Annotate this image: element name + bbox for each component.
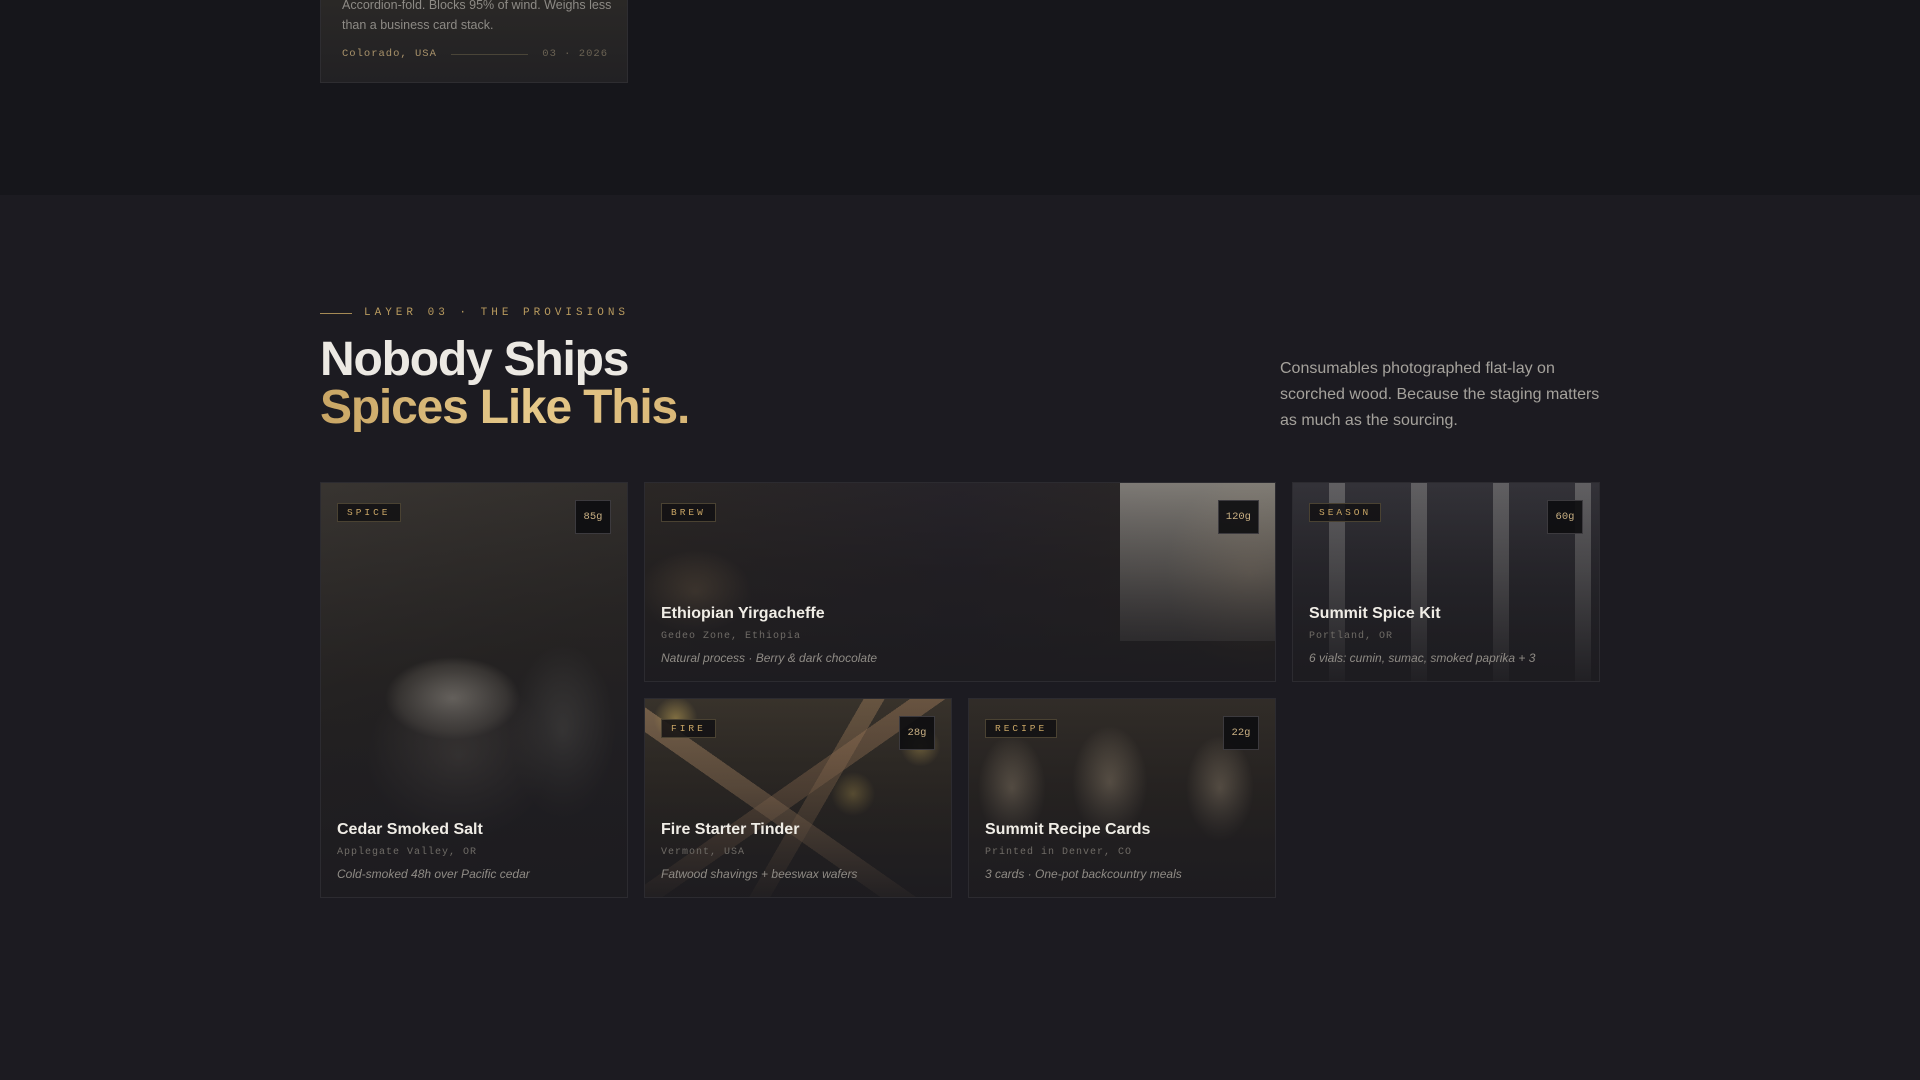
product-info: Summit Recipe Cards Printed in Denver, C…	[985, 821, 1259, 881]
product-origin: Portland, OR	[1309, 631, 1394, 642]
product-detail: 3 cards · One-pot backcountry meals	[985, 867, 1182, 881]
product-name: Ethiopian Yirgacheffe	[661, 605, 825, 622]
product-info: Summit Spice Kit Portland, OR 6 vials: c…	[1309, 605, 1583, 665]
product-weight-badge: 85g	[575, 500, 611, 534]
product-detail: Cold-smoked 48h over Pacific cedar	[337, 867, 530, 881]
headline-line-2: Spices Like This.	[320, 381, 690, 434]
product-tag: SPICE	[337, 503, 401, 522]
product-origin: Gedeo Zone, Ethiopia	[661, 631, 802, 642]
previous-product-card[interactable]: Accordion-fold. Blocks 95% of wind. Weig…	[320, 0, 628, 83]
product-card-ethiopian-yirgacheffe[interactable]: BREW 120g Ethiopian Yirgacheffe Gedeo Zo…	[644, 482, 1276, 682]
section-headline: Nobody Ships Spices Like This.	[320, 333, 690, 434]
eyebrow-label: LAYER 03 · THE PROVISIONS	[364, 307, 630, 319]
product-origin: Printed in Denver, CO	[985, 847, 1133, 858]
product-weight-badge: 28g	[899, 716, 935, 750]
product-name: Summit Recipe Cards	[985, 821, 1151, 838]
product-name: Cedar Smoked Salt	[337, 821, 483, 838]
product-name: Fire Starter Tinder	[661, 821, 800, 838]
product-weight-badge: 120g	[1217, 500, 1259, 534]
headline-line-1: Nobody Ships	[320, 333, 629, 386]
product-origin: Vermont, USA	[661, 847, 746, 858]
product-card-summit-spice-kit[interactable]: SEASON 60g Summit Spice Kit Portland, OR…	[1292, 482, 1600, 682]
product-info: Cedar Smoked Salt Applegate Valley, OR C…	[337, 821, 611, 881]
previous-card-meta: Colorado, USA 03 · 2026	[342, 48, 608, 60]
product-info: Ethiopian Yirgacheffe Gedeo Zone, Ethiop…	[661, 605, 1259, 665]
product-tag: FIRE	[661, 719, 716, 738]
product-detail: Fatwood shavings + beeswax wafers	[661, 867, 858, 881]
product-weight-badge: 22g	[1223, 716, 1259, 750]
product-card-fire-starter-tinder[interactable]: FIRE 28g Fire Starter Tinder Vermont, US…	[644, 698, 952, 898]
product-card-cedar-smoked-salt[interactable]: SPICE 85g Cedar Smoked Salt Applegate Va…	[320, 482, 628, 898]
product-weight-badge: 60g	[1547, 500, 1583, 534]
previous-card-description: Accordion-fold. Blocks 95% of wind. Weig…	[342, 0, 612, 32]
product-detail: Natural process · Berry & dark chocolate	[661, 651, 878, 665]
meta-divider	[450, 53, 529, 55]
previous-card-date: 03 · 2026	[542, 48, 608, 60]
product-detail: 6 vials: cumin, sumac, smoked paprika + …	[1309, 651, 1536, 665]
eyebrow-rule	[320, 312, 352, 314]
product-origin: Applegate Valley, OR	[337, 847, 478, 858]
product-tag: BREW	[661, 503, 716, 522]
product-tag: SEASON	[1309, 503, 1382, 522]
product-name: Summit Spice Kit	[1309, 605, 1441, 622]
section-intro: Consumables photographed flat-lay on sco…	[1280, 360, 1600, 429]
previous-card-location: Colorado, USA	[342, 48, 437, 60]
product-tag: RECIPE	[985, 719, 1058, 738]
section-eyebrow: LAYER 03 · THE PROVISIONS	[320, 307, 629, 319]
product-info: Fire Starter Tinder Vermont, USA Fatwood…	[661, 821, 935, 881]
product-card-summit-recipe-cards[interactable]: RECIPE 22g Summit Recipe Cards Printed i…	[968, 698, 1276, 898]
previous-section-band	[0, 0, 1920, 195]
